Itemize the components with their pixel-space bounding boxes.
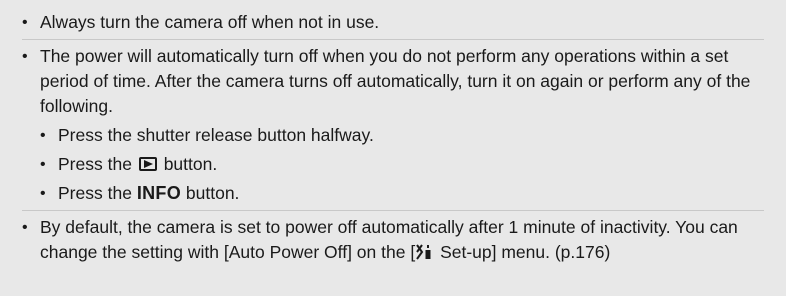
bullet: • [40, 156, 46, 173]
sub-item-suffix: button. [163, 154, 218, 174]
note-text: Always turn the camera off when not in u… [40, 12, 380, 32]
playback-button-icon [138, 157, 157, 171]
sub-item-shutter: • Press the shutter release button halfw… [40, 123, 764, 148]
info-key-label: INFO [136, 183, 182, 203]
bullet: • [22, 219, 28, 236]
sub-item-text: Press the INFO button. [58, 181, 764, 206]
note-item-auto-power-off: • The power will automatically turn off … [22, 44, 764, 119]
bullet: • [40, 185, 46, 202]
note-text-part2: Set-up] menu. (p.176) [440, 242, 611, 262]
sub-item-prefix: Press the [58, 154, 132, 174]
note-text: The power will automatically turn off wh… [40, 46, 751, 116]
note-text-part1: By default, the camera is set to power o… [40, 217, 738, 262]
sub-item-suffix: button. [185, 183, 240, 203]
setup-menu-icon [416, 242, 434, 267]
bullet: • [40, 127, 46, 144]
divider [22, 39, 764, 40]
note-item-turn-off: • Always turn the camera off when not in… [22, 10, 764, 35]
sub-item-text: Press the shutter release button halfway… [58, 125, 374, 145]
note-text: By default, the camera is set to power o… [40, 215, 764, 267]
bullet: • [22, 48, 28, 65]
note-item-default-setting: • By default, the camera is set to power… [22, 215, 764, 267]
sub-item-prefix: Press the [58, 183, 132, 203]
divider [22, 210, 764, 211]
sub-item-info: • Press the INFO button. [40, 181, 764, 206]
sub-item-text: Press the button. [58, 152, 764, 177]
bullet: • [22, 14, 28, 31]
notes-panel: • Always turn the camera off when not in… [0, 0, 786, 296]
sub-item-playback: • Press the button. [40, 152, 764, 177]
